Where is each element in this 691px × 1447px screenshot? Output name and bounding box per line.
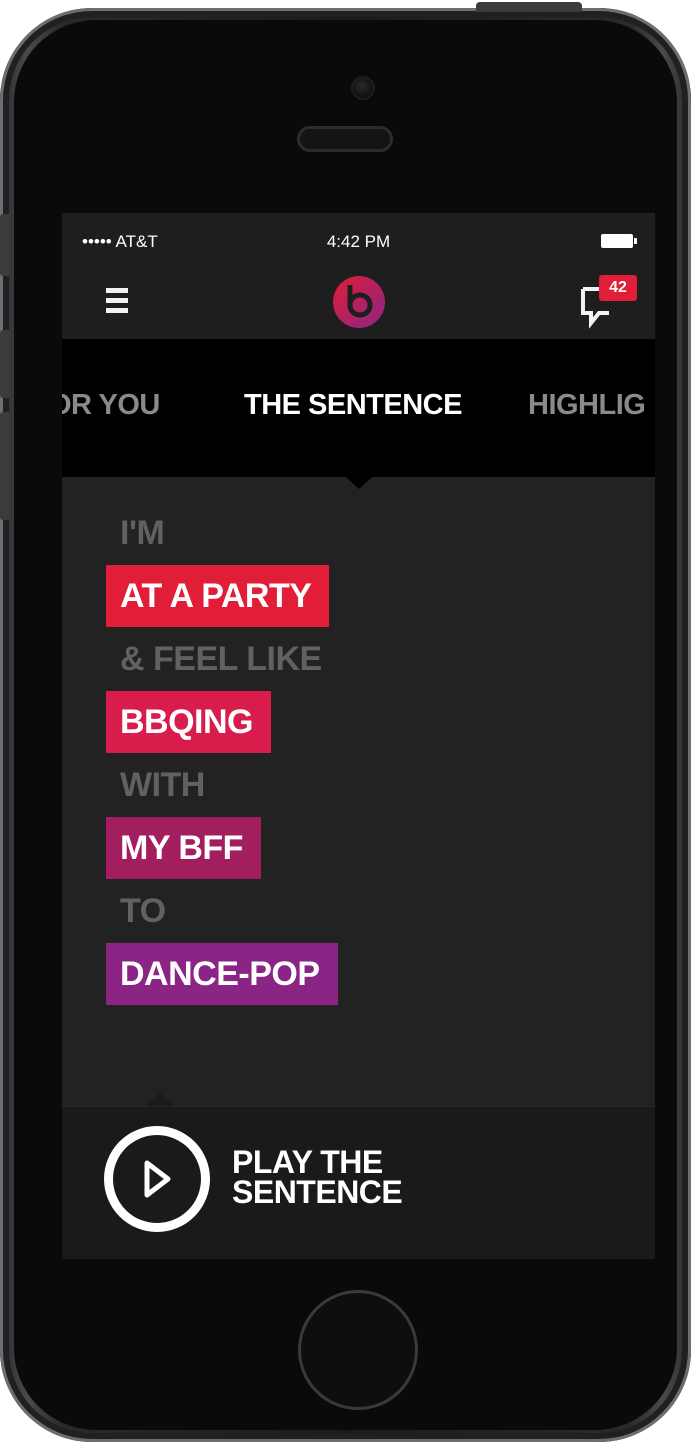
front-camera [351, 76, 375, 100]
play-icon [144, 1160, 171, 1198]
play-label-line-2: SENTENCE [232, 1174, 403, 1210]
volume-up-button [0, 330, 10, 398]
app-screen: ••••• AT&T 4:42 PM 42 R YOU THE SENTENCE… [62, 213, 655, 1259]
home-button [298, 1290, 418, 1410]
play-area-notch [146, 1093, 174, 1106]
active-tab-pointer [346, 477, 372, 489]
tab-highlights[interactable]: HIGHLIG [528, 389, 646, 422]
beats-logo-icon[interactable] [332, 275, 386, 329]
battery-icon [601, 234, 637, 248]
nav-bar: 42 [62, 269, 655, 339]
sentence-word-with: WITH [120, 766, 205, 804]
sentence-word-to: TO [120, 892, 166, 930]
play-label-line-1: PLAY THE [232, 1144, 383, 1180]
sentence-word-feel-like: & FEEL LIKE [120, 640, 322, 678]
volume-side-button [0, 470, 10, 520]
mute-switch [0, 214, 10, 276]
tab-the-sentence[interactable]: THE SENTENCE [244, 389, 462, 422]
play-the-sentence-label[interactable]: PLAY THE SENTENCE [232, 1144, 452, 1210]
tab-for-you[interactable]: OR YOU [62, 389, 160, 422]
tab-bar: OR YOU THE SENTENCE HIGHLIG [62, 339, 655, 477]
play-button[interactable] [104, 1126, 210, 1232]
status-bar: ••••• AT&T 4:42 PM [62, 213, 655, 269]
sentence-builder: I'M AT A PARTY & FEEL LIKE BBQING WITH M… [106, 503, 655, 1007]
sentence-choice-company[interactable]: MY BFF [106, 817, 261, 879]
sentence-choice-genre[interactable]: DANCE-POP [106, 943, 338, 1005]
earpiece-speaker [297, 126, 393, 152]
notifications-button[interactable]: 42 [579, 275, 637, 329]
status-time: 4:42 PM [326, 232, 391, 251]
notification-badge: 42 [599, 275, 637, 301]
sentence-word-im: I'M [120, 514, 165, 552]
hamburger-menu-icon[interactable] [106, 283, 132, 317]
sentence-choice-place[interactable]: AT A PARTY [106, 565, 330, 627]
power-button [476, 2, 582, 12]
sentence-choice-activity[interactable]: BBQING [106, 691, 271, 753]
